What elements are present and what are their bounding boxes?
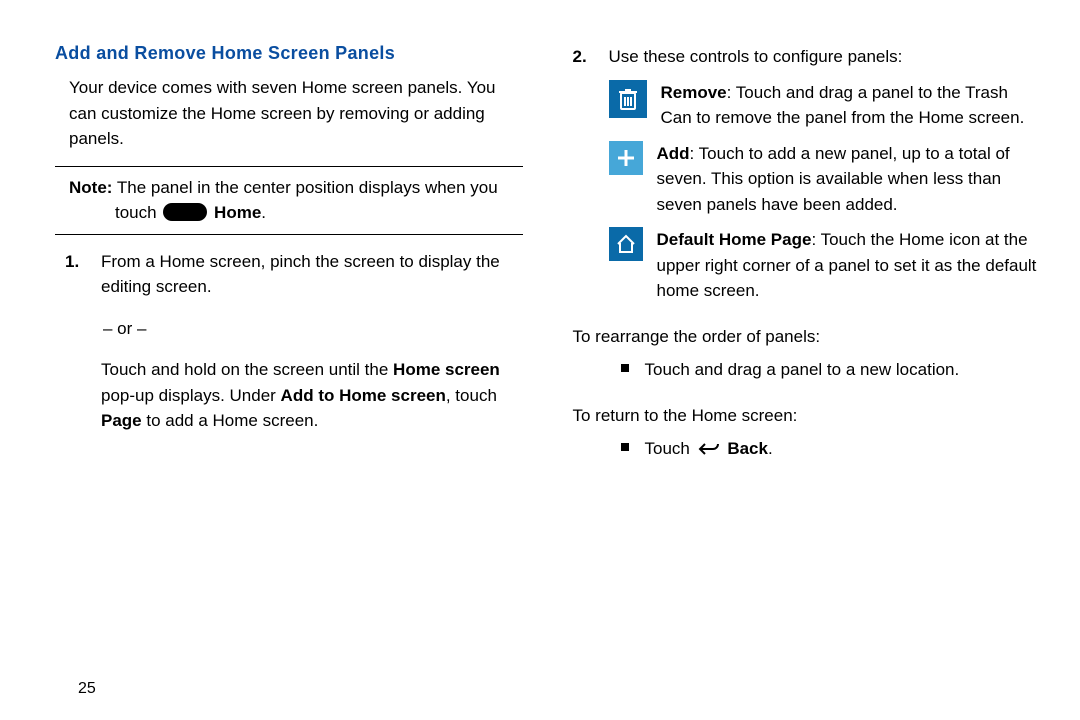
trash-icon <box>609 80 647 118</box>
return-heading: To return to the Home screen: <box>573 403 1041 429</box>
divider <box>55 234 523 235</box>
section-heading: Add and Remove Home Screen Panels <box>55 40 523 67</box>
rearrange-bullet: Touch and drag a panel to a new location… <box>645 357 960 383</box>
page-number: 25 <box>78 680 96 698</box>
bullet-icon <box>621 364 629 372</box>
divider <box>55 166 523 167</box>
note-line1: Note: The panel in the center position d… <box>69 175 523 201</box>
home-icon <box>609 227 643 261</box>
add-text: Add: Touch to add a new panel, up to a t… <box>657 141 1041 218</box>
back-bullet: Touch Back. <box>645 436 773 462</box>
back-arrow-icon <box>697 441 721 457</box>
default-home-text: Default Home Page: Touch the Home icon a… <box>657 227 1041 304</box>
rearrange-heading: To rearrange the order of panels: <box>573 324 1041 350</box>
note-line2: touch Home. <box>115 200 523 226</box>
plus-icon <box>609 141 643 175</box>
intro-paragraph: Your device comes with seven Home screen… <box>69 75 523 152</box>
step1-text-b: Touch and hold on the screen until the H… <box>101 357 523 434</box>
home-button-icon <box>163 203 207 221</box>
bullet-icon <box>621 443 629 451</box>
step2-intro: Use these controls to configure panels: <box>609 44 1041 70</box>
or-separator: – or – <box>103 316 523 342</box>
step-number: 2. <box>573 44 595 70</box>
step-number: 1. <box>65 249 87 434</box>
remove-text: Remove: Touch and drag a panel to the Tr… <box>661 80 1041 131</box>
step1-text-a: From a Home screen, pinch the screen to … <box>101 249 523 300</box>
